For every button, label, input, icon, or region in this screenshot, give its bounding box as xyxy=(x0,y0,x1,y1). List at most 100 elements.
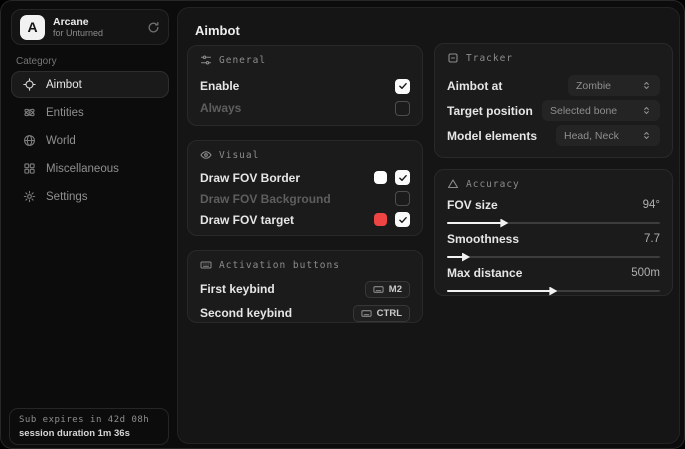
setting-label: First keybind xyxy=(200,282,275,296)
visual-card-title: Visual xyxy=(219,150,259,161)
setting-row-always: Always xyxy=(200,97,410,119)
tracker-card-title: Tracker xyxy=(466,53,513,64)
general-card: General Enable Always xyxy=(187,45,423,126)
setting-row-fov-background: Draw FOV Background xyxy=(200,188,410,209)
second-keybind-button[interactable]: CTRL xyxy=(353,305,410,322)
setting-row-fov-target: Draw FOV target xyxy=(200,209,410,230)
tracker-card: Tracker Aimbot at Zombie Target position… xyxy=(434,43,673,158)
tracker-card-header: Tracker xyxy=(447,52,660,64)
fov-border-checkbox[interactable] xyxy=(395,170,410,185)
sidebar-item-label: Settings xyxy=(46,191,88,203)
activation-card-title: Activation buttons xyxy=(219,260,340,271)
first-keybind-button[interactable]: M2 xyxy=(365,281,410,298)
fov-background-checkbox[interactable] xyxy=(395,191,410,206)
sub-expiry-text: Sub expires in 42d 08h xyxy=(19,414,159,427)
setting-row-model-elements: Model elements Head, Neck xyxy=(447,123,660,148)
page-title: Aimbot xyxy=(195,23,240,38)
check-icon xyxy=(398,173,408,183)
fov-border-color-swatch[interactable] xyxy=(374,171,387,184)
keyboard-icon xyxy=(361,308,372,319)
setting-row-aimbot-at: Aimbot at Zombie xyxy=(447,73,660,98)
slider-fill xyxy=(447,290,551,292)
sliders-icon xyxy=(200,54,212,66)
accuracy-card-title: Accuracy xyxy=(466,179,520,190)
keybind-value: M2 xyxy=(389,284,402,295)
scan-icon xyxy=(447,52,459,64)
sidebar-item-aimbot[interactable]: Aimbot xyxy=(11,71,169,98)
fov-target-checkbox[interactable] xyxy=(395,212,410,227)
app-name: Arcane xyxy=(53,16,147,28)
setting-row-second-keybind: Second keybind CTRL xyxy=(200,301,410,325)
setting-row-first-keybind: First keybind M2 xyxy=(200,277,410,301)
setting-label: Draw FOV target xyxy=(200,213,294,227)
crosshair-icon xyxy=(23,78,36,91)
always-checkbox[interactable] xyxy=(395,101,410,116)
setting-label: Aimbot at xyxy=(447,79,502,93)
setting-label: Target position xyxy=(447,104,533,118)
select-value: Head, Neck xyxy=(564,130,619,142)
accuracy-card-header: Accuracy xyxy=(447,178,660,190)
setting-label: Draw FOV Border xyxy=(200,171,300,185)
keyboard-icon xyxy=(200,259,212,271)
visual-card-header: Visual xyxy=(200,149,410,161)
smoothness-value: 7.7 xyxy=(644,233,660,245)
chevron-updown-icon xyxy=(641,105,652,116)
visual-card: Visual Draw FOV Border Draw FOV Backgrou… xyxy=(187,140,423,236)
setting-row-fov-border: Draw FOV Border xyxy=(200,167,410,188)
setting-label: Smoothness xyxy=(447,232,519,246)
globe-icon xyxy=(23,134,36,147)
sidebar-item-label: Aimbot xyxy=(46,79,82,91)
logo-letter: A xyxy=(27,19,37,35)
model-elements-select[interactable]: Head, Neck xyxy=(556,125,660,146)
slider-fill xyxy=(447,256,464,258)
chevron-updown-icon xyxy=(641,130,652,141)
app-logo-card: A Arcane for Unturned xyxy=(11,9,169,45)
sidebar-item-entities[interactable]: Entities xyxy=(11,99,169,126)
eye-icon xyxy=(200,149,212,161)
gear-icon xyxy=(23,190,36,203)
check-icon xyxy=(398,215,408,225)
sidebar-item-label: World xyxy=(46,135,76,147)
setting-label: Draw FOV Background xyxy=(200,192,331,206)
fov-size-value: 94° xyxy=(643,199,660,211)
chevron-updown-icon xyxy=(641,80,652,91)
setting-label: Always xyxy=(200,101,241,115)
keybind-value: CTRL xyxy=(377,308,402,319)
setting-label: Max distance xyxy=(447,266,522,280)
target-position-select[interactable]: Selected bone xyxy=(542,100,660,121)
smoothness-slider[interactable] xyxy=(447,256,660,258)
fov-size-slider[interactable] xyxy=(447,222,660,224)
slider-group-smoothness: Smoothness 7.7 xyxy=(447,231,660,258)
select-value: Zombie xyxy=(576,80,611,92)
slider-thumb[interactable] xyxy=(500,219,508,228)
check-icon xyxy=(398,81,408,91)
setting-label: Model elements xyxy=(447,129,537,143)
entities-icon xyxy=(23,106,36,119)
grid-icon xyxy=(23,162,36,175)
slider-fill xyxy=(447,222,502,224)
slider-thumb[interactable] xyxy=(549,287,557,296)
setting-row-target-position: Target position Selected bone xyxy=(447,98,660,123)
select-value: Selected bone xyxy=(550,105,617,117)
fov-target-color-swatch[interactable] xyxy=(374,213,387,226)
triangle-icon xyxy=(447,178,459,190)
app-title-block: Arcane for Unturned xyxy=(53,16,147,39)
max-distance-slider[interactable] xyxy=(447,290,660,292)
sidebar-item-settings[interactable]: Settings xyxy=(11,183,169,210)
sidebar-item-label: Miscellaneous xyxy=(46,163,119,175)
keyboard-icon xyxy=(373,284,384,295)
activation-card: Activation buttons First keybind M2 Seco… xyxy=(187,250,423,323)
enable-checkbox[interactable] xyxy=(395,79,410,94)
setting-row-enable: Enable xyxy=(200,75,410,97)
subscription-card: Sub expires in 42d 08h session duration … xyxy=(9,408,169,445)
setting-label: FOV size xyxy=(447,198,498,212)
refresh-icon[interactable] xyxy=(147,21,160,34)
slider-thumb[interactable] xyxy=(462,253,470,262)
session-duration-text: session duration 1m 36s xyxy=(19,427,159,440)
general-card-header: General xyxy=(200,54,410,66)
sidebar-item-miscellaneous[interactable]: Miscellaneous xyxy=(11,155,169,182)
activation-card-header: Activation buttons xyxy=(200,259,410,271)
sidebar-item-world[interactable]: World xyxy=(11,127,169,154)
aimbot-at-select[interactable]: Zombie xyxy=(568,75,660,96)
app-window: A Arcane for Unturned Category xyxy=(0,0,685,449)
